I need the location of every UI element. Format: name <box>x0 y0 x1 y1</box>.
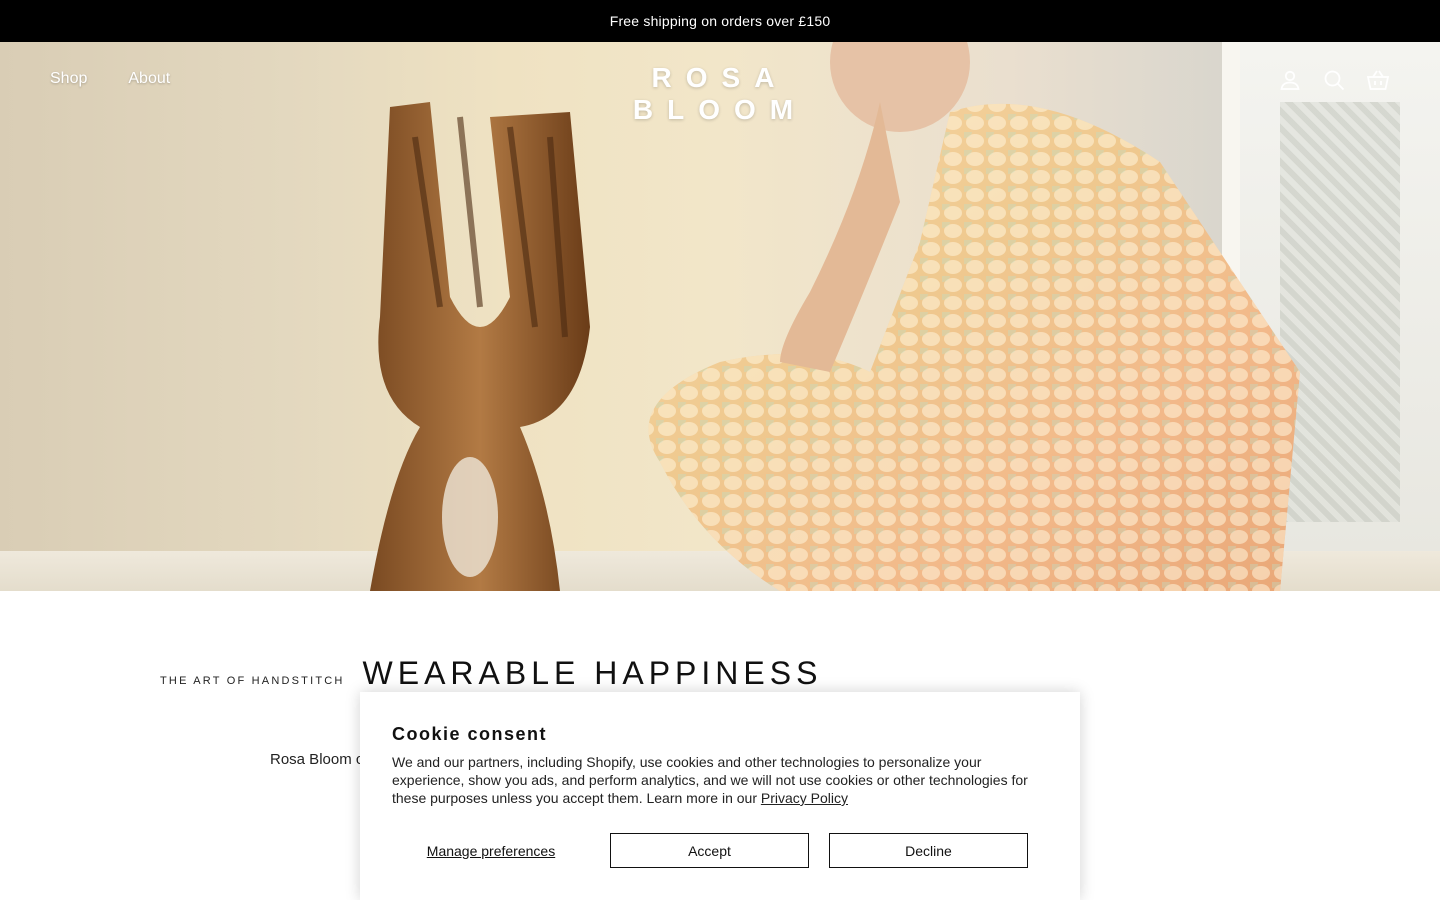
cookie-text: We and our partners, including Shopify, … <box>392 753 1048 807</box>
intro-heading: THE ART OF HANDSTITCH WEARABLE HAPPINESS <box>160 655 822 692</box>
cart-icon[interactable] <box>1366 68 1390 92</box>
intro-body: Rosa Bloom co <box>270 751 372 768</box>
nav-about[interactable]: About <box>128 70 170 88</box>
intro-headline: WEARABLE HAPPINESS <box>362 655 823 691</box>
site-header: Shop About ROSA BLOOM <box>0 42 1440 125</box>
account-icon[interactable] <box>1278 68 1302 92</box>
privacy-policy-link[interactable]: Privacy Policy <box>761 790 848 806</box>
intro-eyebrow: THE ART OF HANDSTITCH <box>160 675 345 687</box>
cookie-actions: Manage preferences Accept Decline <box>392 833 1048 868</box>
announcement-bar: Free shipping on orders over £150 <box>0 0 1440 42</box>
main-nav: Shop About <box>50 70 170 88</box>
nav-shop[interactable]: Shop <box>50 70 87 88</box>
decline-button[interactable]: Decline <box>829 833 1028 868</box>
header-icons <box>1278 68 1390 92</box>
site-logo[interactable]: ROSA BLOOM <box>560 62 880 126</box>
manage-preferences-link[interactable]: Manage preferences <box>392 833 590 868</box>
cookie-consent-dialog: Cookie consent We and our partners, incl… <box>360 692 1080 900</box>
cookie-description: We and our partners, including Shopify, … <box>392 754 1028 806</box>
cookie-title: Cookie consent <box>392 724 548 744</box>
accept-button[interactable]: Accept <box>610 833 809 868</box>
announcement-text: Free shipping on orders over £150 <box>609 13 831 29</box>
search-icon[interactable] <box>1322 68 1346 92</box>
